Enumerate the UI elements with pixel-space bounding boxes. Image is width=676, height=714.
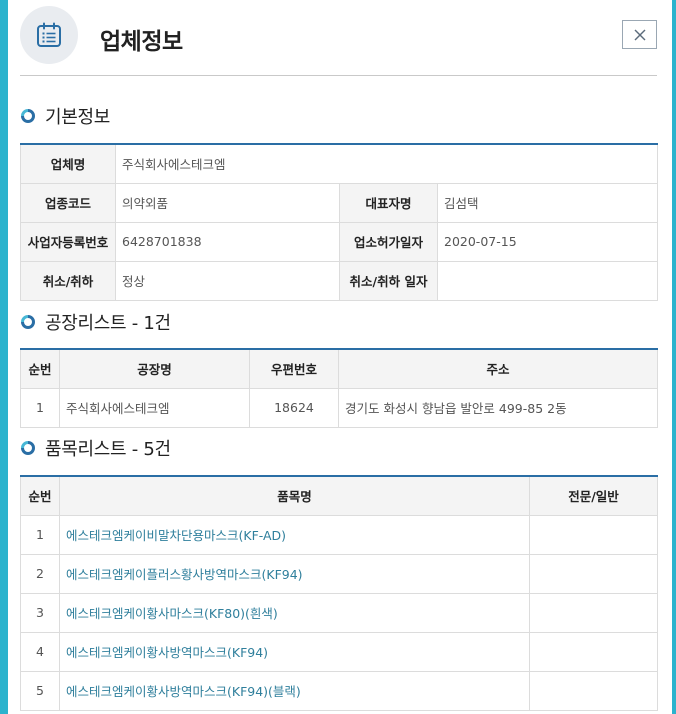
- header-divider: [20, 75, 657, 76]
- cell-address: 경기도 화성시 향남읍 발안로 499-85 2동: [338, 387, 658, 428]
- table-row: 3 에스테크엠케이황사마스크(KF80)(흰색): [20, 592, 658, 633]
- refresh-circle-icon: [21, 109, 35, 123]
- modal-title: 업체정보: [100, 29, 183, 55]
- cell-category: [529, 553, 658, 594]
- table-row: 5 에스테크엠케이황사방역마스크(KF94)(블랙): [20, 670, 658, 711]
- cell-index: 3: [20, 592, 60, 633]
- cell-index: 1: [20, 514, 60, 555]
- calendar-list-icon: [20, 6, 78, 64]
- column-header: 공장명: [59, 348, 250, 389]
- products-table: 순번 품목명 전문/일반 1 에스테크엠케이비말차단용마스크(KF-AD) 2 …: [20, 475, 658, 711]
- factory-table: 순번 공장명 우편번호 주소 1 주식회사에스테크엠 18624 경기도 화성시…: [20, 348, 658, 428]
- table-row: 2 에스테크엠케이플러스황사방역마스크(KF94): [20, 553, 658, 594]
- value-industry-code: 의약외품: [115, 182, 340, 223]
- table-row: 1 에스테크엠케이비말차단용마스크(KF-AD): [20, 514, 658, 555]
- column-header: 전문/일반: [529, 475, 658, 516]
- table-header-row: 순번 품목명 전문/일반: [20, 475, 658, 516]
- refresh-circle-icon: [21, 441, 35, 455]
- product-link[interactable]: 에스테크엠케이플러스황사방역마스크(KF94): [59, 553, 530, 594]
- label-industry-code: 업종코드: [20, 182, 116, 223]
- cell-index: 5: [20, 670, 60, 711]
- cell-factory-name: 주식회사에스테크엠: [59, 387, 250, 428]
- label-company-name: 업체명: [20, 143, 116, 184]
- column-header: 순번: [20, 475, 60, 516]
- cell-index: 1: [20, 387, 60, 428]
- cell-index: 4: [20, 631, 60, 672]
- table-row: 4 에스테크엠케이황사방역마스크(KF94): [20, 631, 658, 672]
- column-header: 순번: [20, 348, 60, 389]
- label-cancel-status: 취소/취하: [20, 260, 116, 301]
- cell-index: 2: [20, 553, 60, 594]
- value-company-name: 주식회사에스테크엠: [114, 143, 659, 184]
- close-button[interactable]: [622, 20, 657, 49]
- cell-category: [529, 592, 658, 633]
- modal-header: 업체정보: [8, 0, 672, 76]
- table-header-row: 순번 공장명 우편번호 주소: [20, 348, 658, 389]
- value-permit-date: 2020-07-15: [436, 221, 659, 262]
- cell-category: [529, 670, 658, 711]
- basic-info-table: 업체명 주식회사에스테크엠 업종코드 의약외품 대표자명 김섬택 사업자등록번호…: [20, 143, 659, 301]
- section-title-text: 공장리스트 - 1건: [45, 313, 171, 334]
- cell-postal-code: 18624: [249, 387, 339, 428]
- section-title-text: 기본정보: [45, 107, 111, 128]
- label-permit-date: 업소허가일자: [339, 221, 438, 262]
- table-row: 업체명 주식회사에스테크엠: [20, 143, 659, 184]
- cell-category: [529, 631, 658, 672]
- table-row: 업종코드 의약외품 대표자명 김섬택: [20, 182, 659, 223]
- product-link[interactable]: 에스테크엠케이황사방역마스크(KF94)(블랙): [59, 670, 530, 711]
- refresh-circle-icon: [21, 315, 35, 329]
- value-representative: 김섬택: [436, 182, 659, 223]
- table-row: 사업자등록번호 6428701838 업소허가일자 2020-07-15: [20, 221, 659, 262]
- table-row: 취소/취하 정상 취소/취하 일자: [20, 260, 659, 301]
- label-business-number: 사업자등록번호: [20, 221, 116, 262]
- section-title-factory: 공장리스트 - 1건: [20, 309, 171, 335]
- product-link[interactable]: 에스테크엠케이비말차단용마스크(KF-AD): [59, 514, 530, 555]
- product-link[interactable]: 에스테크엠케이황사방역마스크(KF94): [59, 631, 530, 672]
- cell-category: [529, 514, 658, 555]
- section-title-text: 품목리스트 - 5건: [45, 439, 171, 460]
- table-row: 1 주식회사에스테크엠 18624 경기도 화성시 향남읍 발안로 499-85…: [20, 387, 658, 428]
- value-business-number: 6428701838: [115, 221, 340, 262]
- section-title-products: 품목리스트 - 5건: [20, 435, 171, 461]
- value-cancel-date: [436, 260, 659, 301]
- close-icon: [634, 29, 645, 40]
- label-representative: 대표자명: [339, 182, 438, 223]
- column-header: 우편번호: [249, 348, 339, 389]
- product-link[interactable]: 에스테크엠케이황사마스크(KF80)(흰색): [59, 592, 530, 633]
- company-info-modal: 업체정보 기본정보 업체명 주식회사에스테크엠 업종코드 의약외품 대표자명 김…: [8, 0, 672, 714]
- value-cancel-status: 정상: [115, 260, 340, 301]
- section-title-basic: 기본정보: [20, 103, 110, 129]
- column-header: 주소: [338, 348, 658, 389]
- column-header: 품목명: [59, 475, 530, 516]
- label-cancel-date: 취소/취하 일자: [339, 260, 438, 301]
